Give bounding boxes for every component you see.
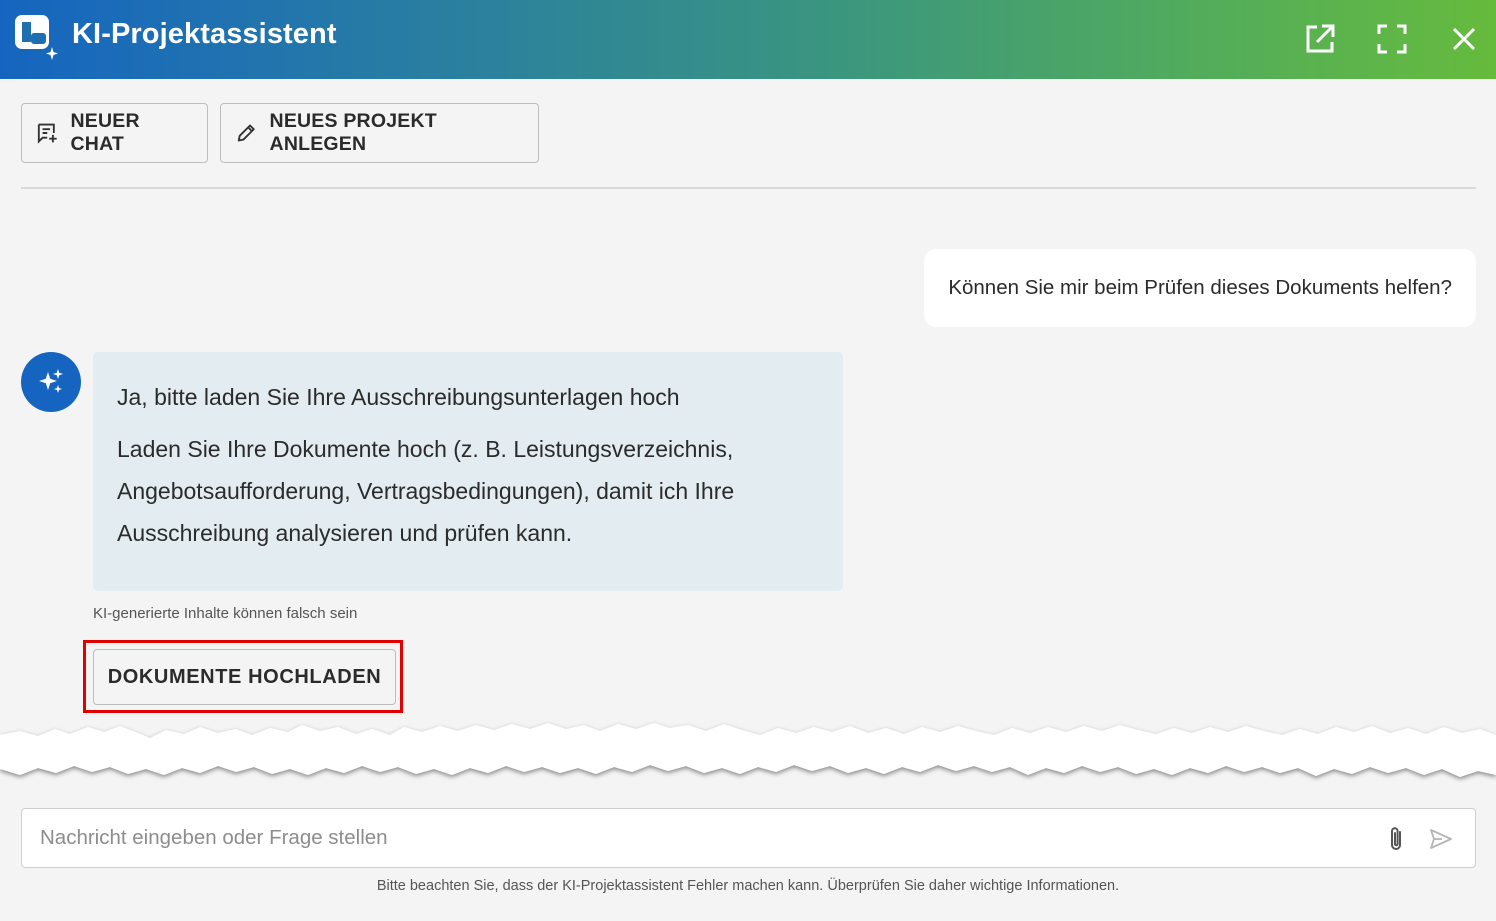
footer-disclaimer: Bitte beachten Sie, dass der KI-Projekta…: [376, 878, 1120, 894]
app-logo-icon: [15, 15, 58, 60]
ai-message-body-line: Ausschreibung analysieren und prüfen kan…: [117, 520, 573, 546]
new-project-button[interactable]: NEUES PROJEKT ANLEGEN: [220, 103, 539, 163]
app-title: KI-Projektassistent: [72, 18, 337, 50]
ai-message-body: Laden Sie Ihre Dokumente hoch (z. B. Lei…: [117, 428, 819, 554]
ai-message-body-line: Laden Sie Ihre Dokumente hoch (z. B. Lei…: [117, 436, 734, 462]
pencil-icon: [237, 124, 255, 142]
close-button[interactable]: [1445, 20, 1483, 58]
close-icon: [1452, 27, 1476, 51]
new-project-label: NEUES PROJEKT ANLEGEN: [269, 110, 437, 155]
new-chat-button[interactable]: NEUER CHAT: [21, 103, 208, 163]
app-header: KI-Projektassistent: [0, 0, 1496, 79]
fullscreen-icon: [1377, 24, 1407, 54]
sparkle-icon: [39, 369, 63, 393]
new-chat-icon: [37, 123, 57, 144]
upload-documents-button[interactable]: DOKUMENTE HOCHLADEN: [93, 649, 396, 705]
send-icon[interactable]: [1429, 827, 1453, 851]
ai-message-body-line: Angebotsaufforderung, Vertragsbedingunge…: [117, 478, 735, 504]
message-input[interactable]: [40, 818, 1370, 858]
attachment-icon[interactable]: [1385, 825, 1407, 853]
toolbar-divider: [21, 187, 1476, 189]
user-message-bubble: Können Sie mir beim Prüfen dieses Dokume…: [924, 249, 1476, 327]
open-in-new-icon: [1306, 24, 1335, 53]
user-message-text: Können Sie mir beim Prüfen dieses Dokume…: [948, 276, 1452, 299]
ai-message-bubble: Ja, bitte laden Sie Ihre Ausschreibungsu…: [93, 352, 843, 591]
new-chat-label: NEUER CHAT: [70, 110, 140, 155]
open-in-new-button[interactable]: [1301, 20, 1339, 58]
ai-message-headline: Ja, bitte laden Sie Ihre Ausschreibungsu…: [117, 384, 680, 410]
ai-disclaimer: KI-generierte Inhalte können falsch sein: [93, 605, 358, 622]
ai-avatar: [21, 352, 81, 412]
torn-edge-divider: [0, 723, 1496, 777]
fullscreen-button[interactable]: [1373, 20, 1411, 58]
message-composer: [21, 808, 1476, 868]
